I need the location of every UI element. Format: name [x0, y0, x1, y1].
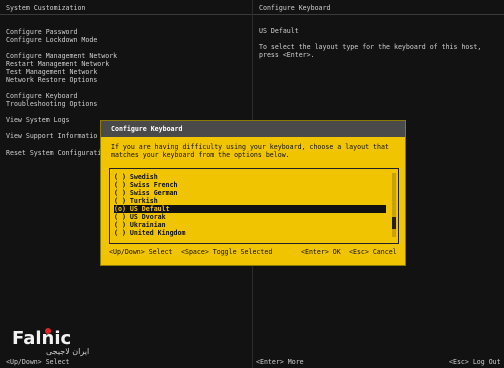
dialog-instructions: If you are having difficulty using your …	[111, 143, 389, 159]
dialog-hint-select: <Up/Down> Select	[109, 248, 173, 256]
layout-option-swedish[interactable]: ( ) Swedish	[114, 173, 386, 181]
menu-item-configure-keyboard[interactable]: Configure Keyboard	[6, 92, 77, 100]
dialog-title-bar: Configure Keyboard	[101, 121, 405, 137]
layout-option-swiss-german[interactable]: ( ) Swiss German	[114, 189, 386, 197]
logo-name: Falnic	[12, 328, 72, 349]
menu-item-troubleshooting-options[interactable]: Troubleshooting Options	[6, 100, 97, 108]
menu-item-configure-password[interactable]: Configure Password	[6, 28, 77, 36]
menu-item-network-restore-options[interactable]: Network Restore Options	[6, 76, 97, 84]
configure-keyboard-dialog: Configure Keyboard If you are having dif…	[100, 120, 406, 266]
dialog-cancel-button[interactable]: <Esc> Cancel	[349, 248, 397, 256]
dialog-ok-button[interactable]: <Enter> OK	[301, 248, 341, 256]
menu-item-view-support-information[interactable]: View Support Informatio	[6, 132, 97, 140]
dialog-title: Configure Keyboard	[111, 125, 183, 133]
menu-item-configure-lockdown-mode[interactable]: Configure Lockdown Mode	[6, 36, 97, 44]
keyboard-description: To select the layout type for the keyboa…	[259, 43, 482, 59]
falnic-logo: Falnic ایران لاجیجی	[12, 328, 90, 356]
layout-option-us-dvorak[interactable]: ( ) US Dvorak	[114, 213, 386, 221]
layout-option-us-default[interactable]: (o) US Default	[114, 205, 386, 213]
menu-item-reset-system-configuration[interactable]: Reset System Configurati	[6, 149, 101, 157]
layout-option-swiss-french[interactable]: ( ) Swiss French	[114, 181, 386, 189]
menu-item-configure-management-network[interactable]: Configure Management Network	[6, 52, 117, 60]
layout-option-ukrainian[interactable]: ( ) Ukrainian	[114, 221, 386, 229]
menu-item-test-management-network[interactable]: Test Management Network	[6, 68, 97, 76]
keyboard-layout-list[interactable]: ( ) Swedish ( ) Swiss French ( ) Swiss G…	[109, 168, 399, 244]
footer-enter-more[interactable]: <Enter> More	[256, 358, 304, 366]
list-scrollbar[interactable]	[392, 173, 396, 237]
layout-option-turkish[interactable]: ( ) Turkish	[114, 197, 386, 205]
layout-option-united-kingdom[interactable]: ( ) United Kingdom	[114, 229, 386, 237]
left-header-title: System Customization	[6, 4, 86, 12]
menu-item-restart-management-network[interactable]: Restart Management Network	[6, 60, 109, 68]
menu-item-view-system-logs[interactable]: View System Logs	[6, 116, 70, 124]
logo-dot-icon	[45, 328, 51, 334]
dialog-hint-toggle: <Space> Toggle Selected	[181, 248, 273, 256]
footer-hint-select: <Up/Down> Select	[6, 358, 70, 366]
right-header-title: Configure Keyboard	[259, 4, 331, 12]
footer-log-out[interactable]: <Esc> Log Out	[449, 358, 501, 366]
logo-subtitle: ایران لاجیجی	[46, 347, 90, 356]
scrollbar-thumb[interactable]	[392, 217, 396, 229]
current-keyboard-layout: US Default	[259, 27, 299, 35]
